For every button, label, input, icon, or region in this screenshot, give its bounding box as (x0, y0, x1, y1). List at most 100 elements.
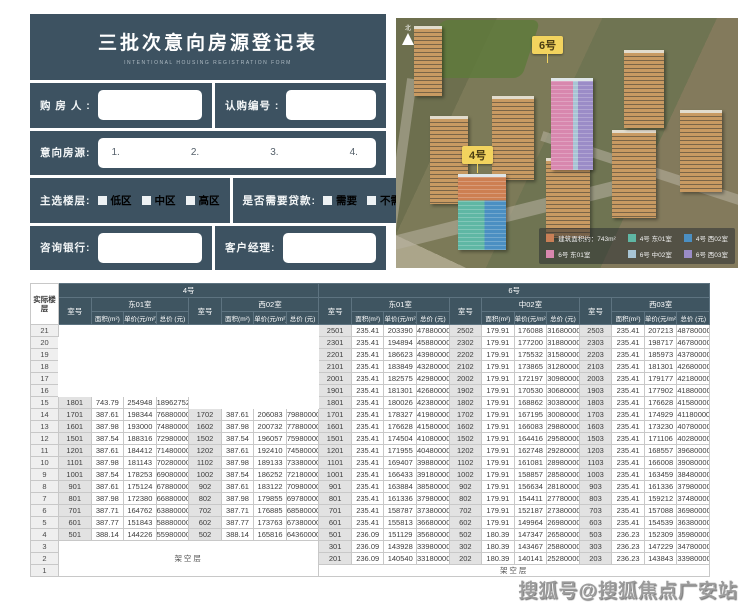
table-cell: 235.41 (351, 349, 384, 361)
form-title-block: 三批次意向房源登记表 INTENTIONAL HOUSING REGISTRAT… (30, 14, 386, 80)
table-cell: 13 (31, 421, 59, 433)
floor-zone-field: 主选楼层: 低区 中区 高区 (30, 178, 230, 223)
table-cell: 25880000 (547, 541, 580, 553)
registration-form: 三批次意向房源登记表 INTENTIONAL HOUSING REGISTRAT… (30, 14, 386, 270)
table-cell: 387.61 (91, 481, 124, 493)
checkbox-icon[interactable] (367, 196, 376, 205)
table-row: 8901387.6117512467880000902387.611831227… (31, 481, 710, 493)
loan-label: 是否需要贷款: (243, 193, 317, 208)
table-cell: 179.91 (482, 325, 515, 337)
photo-legend: 建筑面积约：743m² 4号 东01室 4号 西02室 6号 东01室 6号 中… (539, 228, 735, 264)
table-cell: 77880000 (286, 421, 319, 433)
table-cell: 2001 (319, 373, 352, 385)
table-row: 212501235.41203390478800002502179.911760… (31, 325, 710, 337)
code-input[interactable] (286, 90, 376, 120)
checkbox-loan-yes[interactable]: 需要 (323, 193, 357, 208)
manager-input[interactable] (283, 233, 377, 263)
table-cell: 31280000 (547, 361, 580, 373)
table-cell: 801 (59, 493, 92, 505)
table-cell: 1002 (189, 469, 222, 481)
building-6-tag: 6号 (532, 36, 563, 63)
table-cell: 803 (579, 493, 612, 505)
column-header: 室号 (319, 298, 352, 325)
checkbox-icon[interactable] (186, 196, 195, 205)
table-cell: 201 (319, 553, 352, 565)
table-cell: 48780000 (677, 325, 710, 337)
column-header: 面积(m²) (612, 312, 645, 325)
table-cell: 67380000 (286, 517, 319, 529)
table-cell: 235.41 (612, 373, 645, 385)
table-cell: 387.54 (221, 469, 254, 481)
table-cell: 1201 (319, 445, 352, 457)
table-cell: 42680000 (677, 361, 710, 373)
form-title: 三批次意向房源登记表 (98, 28, 318, 55)
table-cell: 30080000 (547, 409, 580, 421)
table-cell: 801 (319, 493, 352, 505)
table-cell: 71480000 (156, 445, 189, 457)
tag-pointer (477, 164, 478, 173)
intent-input[interactable]: 1. 2. 3. 4. (98, 138, 377, 168)
table-cell: 165816 (254, 529, 287, 541)
table-cell: 701 (59, 505, 92, 517)
table-cell: 1501 (59, 433, 92, 445)
table-cell: 235.41 (351, 385, 384, 397)
checkbox-low-zone[interactable]: 低区 (98, 193, 132, 208)
table-cell: 235.41 (351, 481, 384, 493)
table-cell: 235.41 (351, 325, 384, 337)
table-cell: 149964 (514, 517, 547, 529)
table-cell: 387.61 (221, 445, 254, 457)
table-cell: 1603 (579, 421, 612, 433)
intent-slot-2: 2. (191, 147, 199, 158)
checkbox-icon[interactable] (98, 196, 107, 205)
table-cell: 41180000 (677, 409, 710, 421)
table-cell: 2103 (579, 361, 612, 373)
table-cell: 12 (31, 433, 59, 445)
column-header: 室号 (189, 298, 222, 325)
checkbox-high-zone[interactable]: 高区 (186, 193, 220, 208)
table-cell: 387.61 (91, 409, 124, 421)
table-cell: 703 (579, 505, 612, 517)
bank-field: 咨询银行: (30, 226, 212, 271)
table-cell: 186252 (254, 469, 287, 481)
table-cell: 387.54 (221, 433, 254, 445)
column-header: 中02室 (482, 298, 580, 312)
table-cell: 40780000 (677, 421, 710, 433)
table-cell: 63880000 (156, 505, 189, 517)
legend-swatch (546, 234, 554, 242)
table-cell: 2301 (319, 337, 352, 349)
table-cell: 1 (31, 565, 59, 577)
buyer-input[interactable] (98, 90, 202, 120)
table-cell: 73380000 (286, 457, 319, 469)
table-cell: 161336 (644, 481, 677, 493)
table-cell: 602 (189, 517, 222, 529)
table-cell: 30380000 (547, 397, 580, 409)
table-row: 151801743.792549481896275201801235.41180… (31, 397, 710, 409)
checkbox-icon[interactable] (142, 196, 151, 205)
table-cell: 43980000 (417, 349, 450, 361)
table-cell: 202 (449, 553, 482, 565)
table-cell: 17 (31, 373, 59, 385)
checkbox-icon[interactable] (323, 196, 332, 205)
table-cell: 20 (31, 337, 59, 349)
table-cell: 235.41 (612, 433, 645, 445)
table-cell: 42980000 (417, 373, 450, 385)
table-cell: 182575 (384, 373, 417, 385)
column-header: 总价 (元) (677, 312, 710, 325)
table-cell: 166008 (644, 457, 677, 469)
table-cell: 42380000 (417, 397, 450, 409)
table-cell: 503 (579, 529, 612, 541)
table-cell: 1201 (59, 445, 92, 457)
table-cell: 30680000 (547, 385, 580, 397)
table-cell: 28980000 (547, 457, 580, 469)
table-cell: 235.41 (612, 421, 645, 433)
table-cell: 21 (31, 325, 59, 337)
table-cell: 179.91 (482, 481, 515, 493)
checkbox-mid-zone[interactable]: 中区 (142, 193, 176, 208)
column-header: 单价(元/m²) (384, 312, 417, 325)
code-field: 认购编号 : (215, 83, 386, 128)
bank-input[interactable] (98, 233, 203, 263)
table-cell: 702 (189, 505, 222, 517)
legend-item-6-east01: 6号 东01室 (546, 249, 615, 259)
table-cell: 235.41 (351, 421, 384, 433)
table-cell: 36380000 (677, 517, 710, 529)
